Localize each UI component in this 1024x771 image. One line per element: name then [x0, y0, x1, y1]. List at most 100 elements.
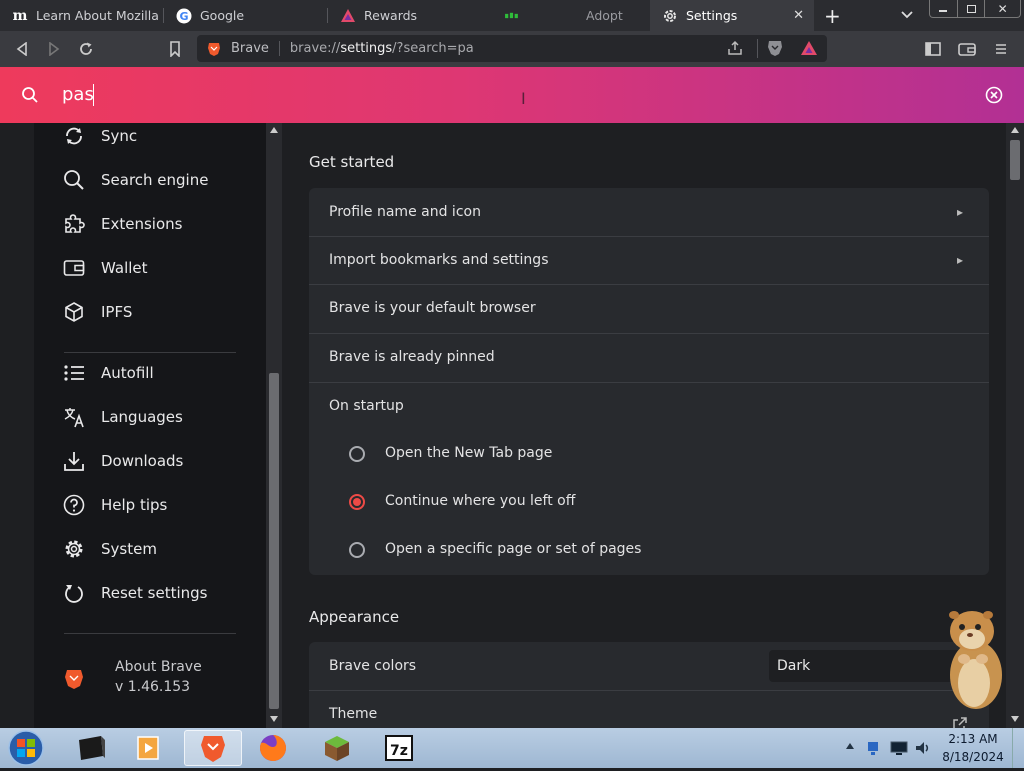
sidebar-item-reset-settings[interactable]: Reset settings — [62, 578, 208, 608]
wallet-icon[interactable] — [956, 38, 978, 60]
bookmark-icon[interactable] — [164, 38, 186, 60]
start-button[interactable] — [6, 729, 46, 767]
tab-settings[interactable]: Settings ✕ — [650, 0, 814, 31]
close-tab-icon[interactable]: ✕ — [793, 8, 804, 23]
sidebar-item-label: Sync — [101, 127, 138, 145]
chevron-right-icon: ▸ — [956, 205, 963, 219]
brave-colors-select[interactable]: Dark — [769, 650, 969, 682]
reload-icon[interactable] — [75, 38, 97, 60]
taskbar-app-media-player[interactable] — [120, 730, 178, 766]
radio-continue[interactable] — [349, 494, 365, 510]
section-title-appearance: Appearance — [309, 608, 400, 626]
sidebar-item-sync[interactable]: Sync — [62, 123, 137, 151]
taskbar-app-brave[interactable] — [184, 730, 242, 766]
share-icon[interactable] — [727, 40, 743, 60]
tab-list-chevron-icon[interactable] — [899, 6, 915, 22]
text-caret — [93, 84, 94, 106]
tab-adopt[interactable]: Adopt — [492, 0, 652, 31]
taskbar-app-terminal[interactable] — [62, 730, 120, 766]
tab-title: Adopt — [586, 8, 623, 23]
profile-row[interactable]: Profile name and icon ▸ — [309, 188, 989, 236]
radio-label[interactable]: Open the New Tab page — [385, 445, 552, 461]
radio-label[interactable]: Continue where you left off — [385, 493, 575, 509]
sidebar-item-label: Extensions — [101, 215, 183, 233]
svg-text:G: G — [179, 10, 188, 23]
taskbar-app-firefox[interactable] — [244, 730, 302, 766]
scrollbar-thumb[interactable] — [1010, 140, 1020, 180]
tray-clock-time[interactable]: 2:13 AM — [938, 732, 1008, 746]
show-desktop-button[interactable] — [1012, 728, 1024, 768]
sidebar-item-autofill[interactable]: Autofill — [62, 358, 154, 388]
on-startup-row: On startup — [309, 382, 989, 430]
google-g-icon: G — [176, 8, 192, 24]
green-icon — [504, 8, 520, 24]
tray-clock-date[interactable]: 8/18/2024 — [938, 750, 1008, 764]
scrollbar-thumb[interactable] — [269, 373, 279, 709]
scroll-up-arrow-icon[interactable] — [1011, 127, 1019, 133]
cube-icon — [62, 300, 86, 324]
scroll-down-arrow-icon[interactable] — [270, 716, 278, 722]
gear-icon — [662, 8, 678, 24]
appearance-card: Brave colors Dark Theme — [309, 642, 989, 728]
about-brave-link[interactable]: About Brave — [115, 659, 202, 675]
tab-google[interactable]: G Google — [164, 0, 324, 31]
get-started-card: Profile name and icon ▸ Import bookmarks… — [309, 188, 989, 575]
tray-network-icon[interactable] — [866, 740, 882, 756]
main-scrollbar[interactable] — [1006, 123, 1024, 728]
sidebar-toggle-icon[interactable] — [922, 38, 944, 60]
sidebar-item-help-tips[interactable]: Help tips — [62, 490, 167, 520]
tab-mozilla[interactable]: m Learn About Mozilla — — [0, 0, 162, 31]
import-bookmarks-row[interactable]: Import bookmarks and settings ▸ — [309, 236, 989, 284]
sidebar-item-downloads[interactable]: Downloads — [62, 446, 183, 476]
brave-shields-icon[interactable] — [767, 39, 783, 61]
chevron-right-icon: ▸ — [956, 253, 963, 267]
brave-rewards-icon[interactable] — [800, 40, 818, 60]
sidebar-item-ipfs[interactable]: IPFS — [62, 297, 132, 327]
sidebar-item-label: Downloads — [101, 452, 184, 470]
url-prefix: brave:// — [289, 41, 341, 56]
hamster-sticker — [942, 607, 1006, 713]
pinned-row: Brave is already pinned — [309, 333, 989, 381]
forward-icon[interactable] — [43, 38, 65, 60]
tray-volume-icon[interactable] — [914, 739, 932, 757]
radio-new-tab[interactable] — [349, 446, 365, 462]
sidebar-item-label: Search engine — [101, 171, 209, 189]
gear-icon — [62, 537, 86, 561]
menu-icon[interactable] — [990, 38, 1012, 60]
sidebar-item-label: Autofill — [101, 364, 154, 382]
sidebar-item-system[interactable]: System — [62, 534, 157, 564]
taskbar-app-7zip[interactable]: 7z — [370, 730, 428, 766]
taskbar-app-minecraft[interactable] — [308, 730, 366, 766]
sidebar-item-wallet[interactable]: Wallet — [62, 253, 148, 283]
clear-search-icon[interactable] — [985, 86, 1003, 108]
tray-expand-icon[interactable] — [846, 743, 854, 749]
sidebar-item-extensions[interactable]: Extensions — [62, 209, 182, 239]
theme-row[interactable]: Theme — [309, 690, 989, 728]
sidebar-item-label: Wallet — [101, 259, 148, 277]
search-input[interactable]: pas — [62, 84, 94, 105]
sidebar-scrollbar[interactable] — [266, 123, 282, 728]
list-icon — [62, 361, 86, 385]
minimize-button[interactable] — [930, 0, 958, 17]
radio-specific-pages[interactable] — [349, 542, 365, 558]
scroll-down-arrow-icon[interactable] — [1011, 716, 1019, 722]
sidebar-item-label: Help tips — [101, 496, 168, 514]
maximize-button[interactable] — [958, 0, 986, 17]
external-link-icon[interactable] — [952, 716, 968, 728]
sidebar-item-languages[interactable]: Languages — [62, 402, 183, 432]
address-bar[interactable]: Brave brave://settings/?search=pa — [197, 35, 827, 62]
sidebar-item-label: Reset settings — [101, 584, 208, 602]
radio-label[interactable]: Open a specific page or set of pages — [385, 541, 641, 557]
tray-display-icon[interactable] — [890, 740, 908, 756]
new-tab-button[interactable]: + — [824, 4, 841, 28]
scroll-up-arrow-icon[interactable] — [270, 127, 278, 133]
row-label: Brave is already pinned — [329, 349, 495, 365]
sidebar-item-label: Languages — [101, 408, 183, 426]
brave-lion-icon — [64, 668, 84, 694]
sidebar-item-search-engine[interactable]: Search engine — [62, 165, 208, 195]
close-window-button[interactable]: ✕ — [985, 0, 1020, 17]
back-icon[interactable] — [11, 38, 33, 60]
reset-icon — [62, 581, 86, 605]
puzzle-icon — [62, 212, 86, 236]
tab-rewards[interactable]: Rewards — [328, 0, 488, 31]
